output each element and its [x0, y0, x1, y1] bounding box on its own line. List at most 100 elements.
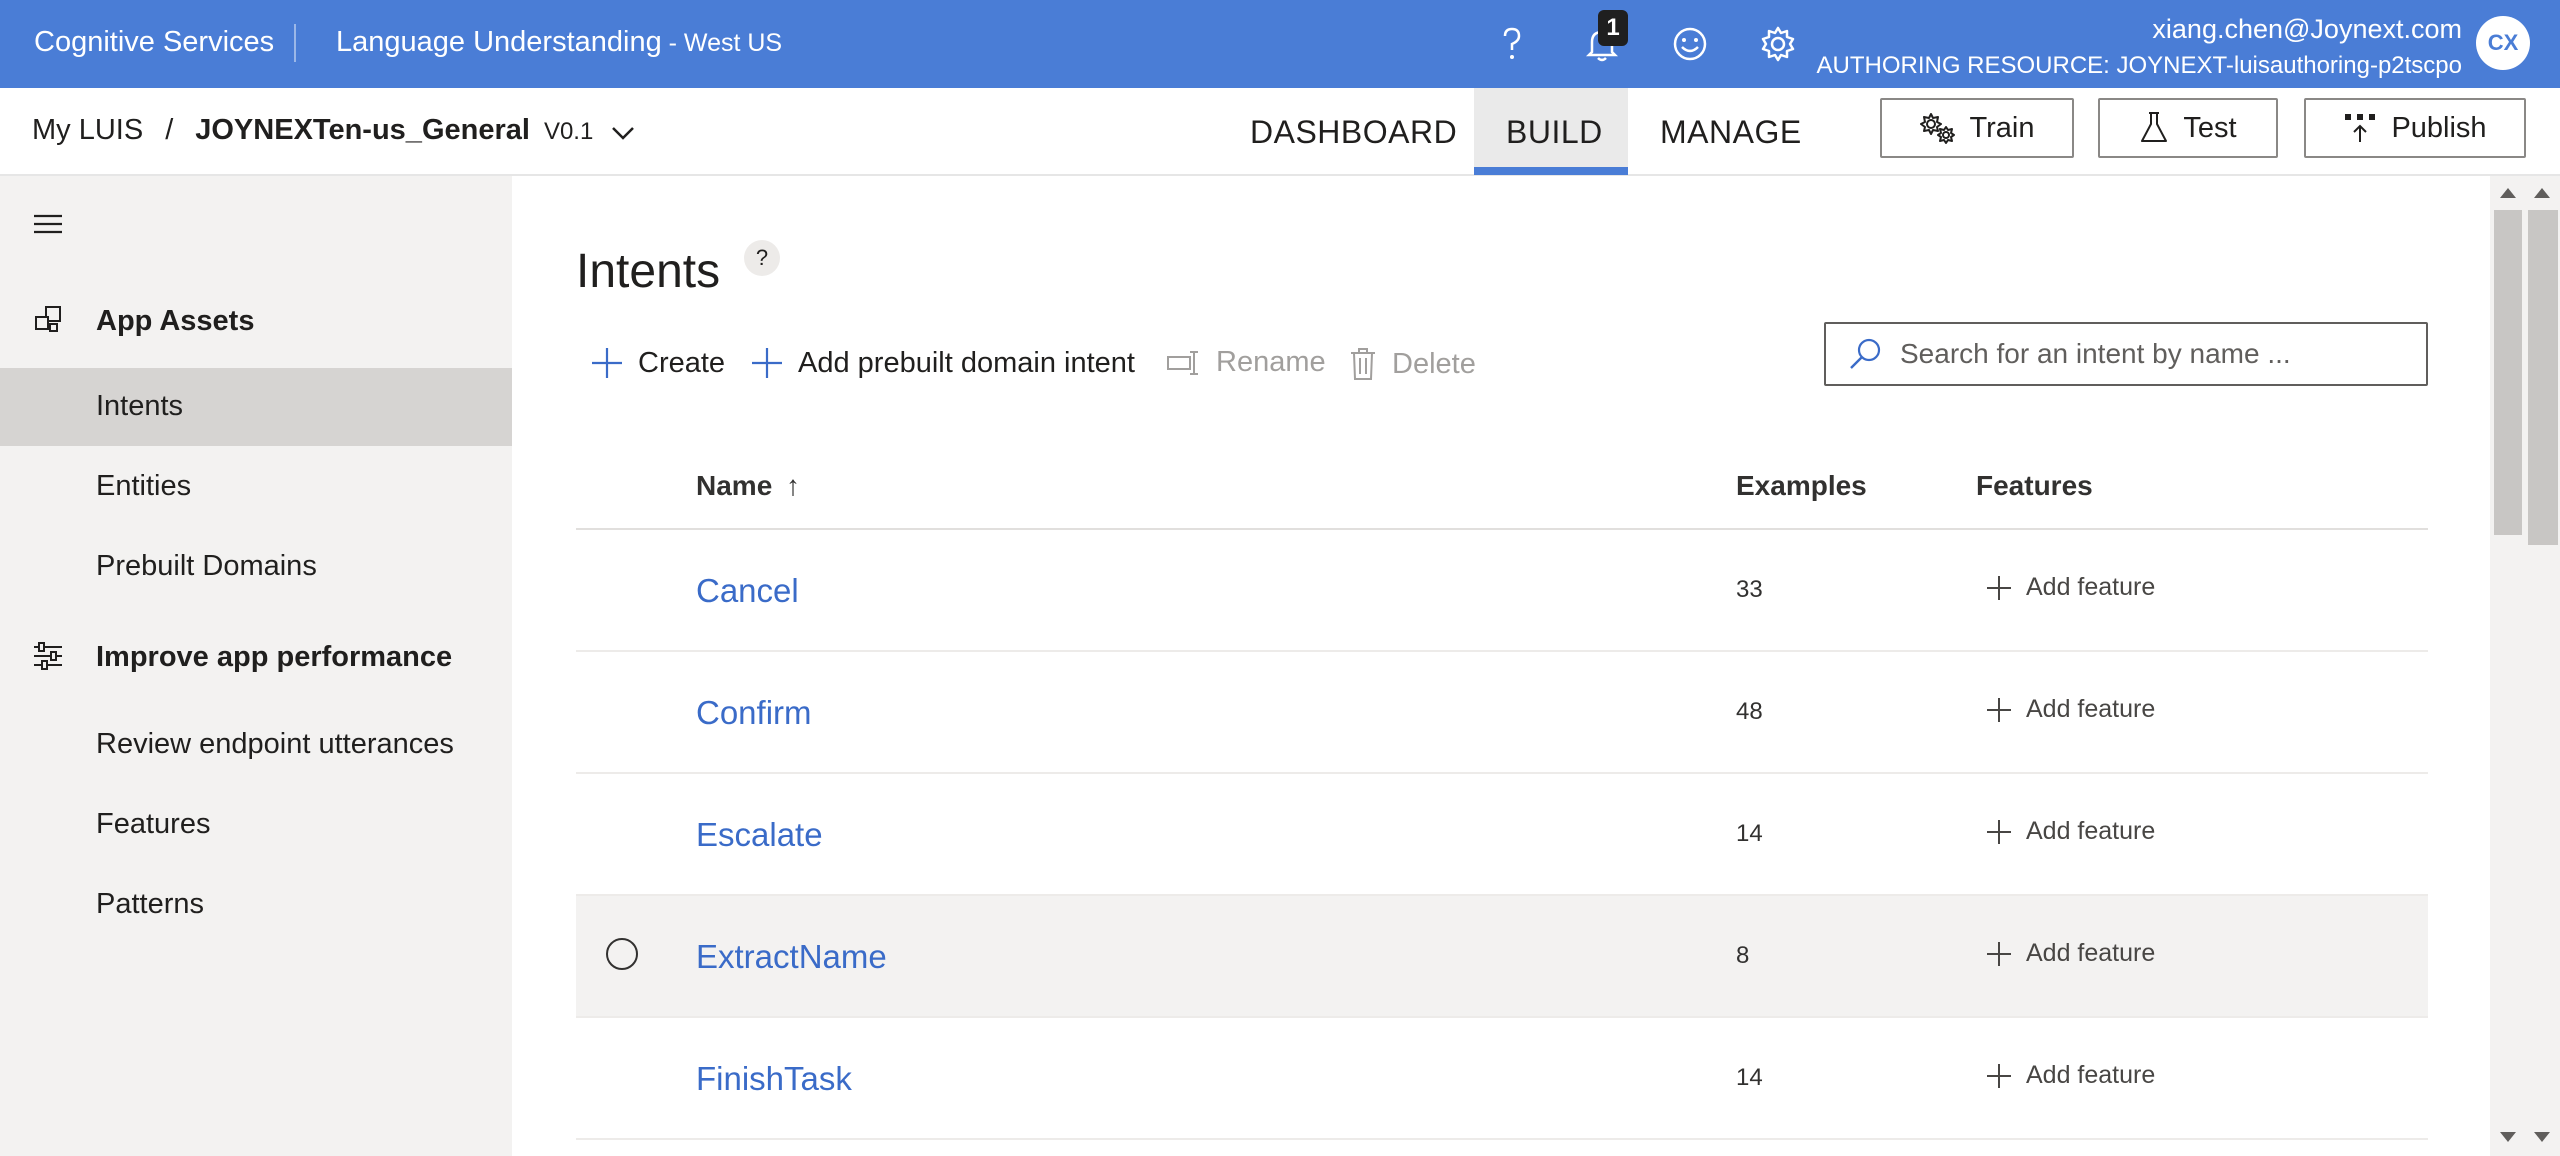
rename-button[interactable]: Rename: [1166, 346, 1326, 379]
add-feature-button[interactable]: Add feature: [1986, 573, 2155, 602]
intent-name-link[interactable]: Confirm: [696, 694, 812, 732]
add-feature-label: Add feature: [2026, 573, 2156, 601]
examples-count: 14: [1736, 1064, 1763, 1091]
intent-search-box[interactable]: [1824, 322, 2428, 386]
tab-dashboard[interactable]: DASHBOARD: [1250, 114, 1457, 151]
flask-icon: [2141, 112, 2168, 142]
publish-button-label: Publish: [2391, 111, 2487, 144]
content-scrollbar-thumb[interactable]: [2494, 210, 2522, 535]
brand-separator: [294, 24, 296, 62]
table-row[interactable]: Escalate 14 Add feature: [576, 774, 2428, 896]
test-button-label: Test: [2183, 111, 2237, 144]
top-bar: Cognitive Services Language Understandin…: [0, 0, 2560, 88]
publish-button[interactable]: Publish: [2304, 98, 2526, 158]
add-prebuilt-label: Add prebuilt domain intent: [798, 346, 1135, 379]
add-feature-button[interactable]: Add feature: [1986, 695, 2155, 724]
table-row[interactable]: ExtractName 8 Add feature: [576, 896, 2428, 1018]
add-prebuilt-domain-intent-button[interactable]: Add prebuilt domain intent: [750, 346, 1135, 380]
sort-ascending-icon: ↑: [786, 470, 801, 501]
add-feature-button[interactable]: Add feature: [1986, 939, 2155, 968]
sidebar-item-intents[interactable]: Intents: [0, 368, 512, 446]
trash-icon: [1351, 348, 1375, 380]
intent-name-link[interactable]: Escalate: [696, 816, 823, 854]
sidebar-item-label: Prebuilt Domains: [96, 550, 317, 582]
gears-icon: [1919, 113, 1955, 144]
add-feature-label: Add feature: [2026, 1061, 2156, 1089]
plus-icon: [752, 348, 782, 378]
page-scrollbar-thumb[interactable]: [2528, 210, 2558, 545]
breadcrumb-my-luis[interactable]: My LUIS: [32, 114, 143, 146]
table-row[interactable]: Cancel 33 Add feature: [576, 530, 2428, 652]
authoring-resource[interactable]: AUTHORING RESOURCE: JOYNEXT-luisauthorin…: [1816, 52, 2462, 80]
cognitive-services-link[interactable]: Cognitive Services: [34, 26, 274, 59]
sidebar-item-prebuilt-domains[interactable]: Prebuilt Domains: [0, 528, 512, 606]
examples-count: 14: [1736, 820, 1763, 847]
add-feature-button[interactable]: Add feature: [1986, 1061, 2155, 1090]
scroll-down-arrow-icon[interactable]: [2534, 1132, 2550, 1142]
sidebar-section-app-assets[interactable]: App Assets: [0, 286, 512, 356]
train-button[interactable]: Train: [1880, 98, 2074, 158]
app-product-name[interactable]: Language Understanding - West US: [336, 26, 782, 59]
table-row[interactable]: Confirm 48 Add feature: [576, 652, 2428, 774]
plus-icon: [1987, 941, 2011, 966]
intent-name-link[interactable]: Cancel: [696, 572, 799, 610]
sidebar-item-label: Entities: [96, 470, 192, 502]
table-header: Name ↑ Examples Features: [576, 456, 2428, 530]
app-selector-name[interactable]: JOYNEXTen-us_General: [195, 114, 530, 146]
plus-icon: [592, 348, 622, 378]
user-email[interactable]: xiang.chen@Joynext.com: [2152, 14, 2462, 45]
breadcrumb-separator: /: [165, 114, 174, 146]
tab-manage[interactable]: MANAGE: [1660, 114, 1802, 151]
sidebar-section-label: App Assets: [96, 305, 255, 337]
chevron-down-icon[interactable]: [611, 115, 635, 148]
user-avatar[interactable]: CX: [2476, 16, 2530, 70]
help-tooltip-icon[interactable]: ?: [744, 240, 780, 276]
scroll-up-arrow-icon[interactable]: [2534, 188, 2550, 198]
sidebar-item-patterns[interactable]: Patterns: [0, 866, 512, 944]
hamburger-menu-icon[interactable]: [32, 212, 64, 241]
search-input[interactable]: [1898, 337, 2402, 371]
help-icon[interactable]: [1490, 22, 1534, 66]
sidebar-item-review-endpoint-utterances[interactable]: Review endpoint utterances: [0, 706, 512, 784]
delete-label: Delete: [1392, 347, 1476, 380]
examples-count: 48: [1736, 698, 1763, 725]
search-icon: [1850, 338, 1881, 369]
column-header-examples[interactable]: Examples: [1736, 470, 1867, 502]
region-label: - West US: [661, 29, 783, 57]
main-content: Intents ? Create Add prebuilt domain int…: [514, 176, 2524, 1156]
create-button[interactable]: Create: [590, 346, 725, 380]
add-feature-button[interactable]: Add feature: [1986, 817, 2155, 846]
delete-button[interactable]: Delete: [1348, 346, 1476, 382]
sidebar-item-entities[interactable]: Entities: [0, 448, 512, 526]
tab-build[interactable]: BUILD: [1506, 114, 1603, 151]
test-button[interactable]: Test: [2098, 98, 2278, 158]
column-header-name[interactable]: Name ↑: [696, 470, 800, 502]
sidebar-item-label: Review endpoint utterances: [96, 728, 454, 760]
add-feature-label: Add feature: [2026, 695, 2156, 723]
app-header: My LUIS / JOYNEXTen-us_General V0.1 DASHBOA…: [0, 88, 2560, 176]
app-version[interactable]: V0.1: [544, 118, 593, 145]
add-feature-label: Add feature: [2026, 817, 2156, 845]
sliders-icon: [32, 640, 64, 680]
intent-name-link[interactable]: ExtractName: [696, 938, 887, 976]
sidebar: App Assets Intents Entities Prebuilt Dom…: [0, 176, 512, 1156]
plus-icon: [1987, 575, 2011, 600]
column-header-features[interactable]: Features: [1976, 470, 2093, 502]
plus-icon: [1987, 819, 2011, 844]
publish-icon: [2345, 114, 2376, 142]
active-tab-indicator: [1474, 167, 1628, 175]
plus-icon: [1987, 697, 2011, 722]
sidebar-section-improve-app-performance[interactable]: Improve app performance: [0, 622, 512, 692]
sidebar-item-label: Intents: [96, 390, 184, 422]
scroll-down-arrow-icon[interactable]: [2500, 1132, 2516, 1142]
row-select-radio[interactable]: [606, 938, 638, 970]
scroll-up-arrow-icon[interactable]: [2500, 188, 2516, 198]
intent-name-link[interactable]: FinishTask: [696, 1060, 852, 1098]
sidebar-section-label: Improve app performance: [96, 641, 453, 673]
sidebar-item-features[interactable]: Features: [0, 786, 512, 864]
settings-gear-icon[interactable]: [1756, 22, 1800, 66]
sidebar-item-label: Patterns: [96, 888, 204, 920]
train-button-label: Train: [1969, 111, 2035, 144]
table-row[interactable]: FinishTask 14 Add feature: [576, 1018, 2428, 1140]
feedback-smiley-icon[interactable]: [1668, 22, 1712, 66]
